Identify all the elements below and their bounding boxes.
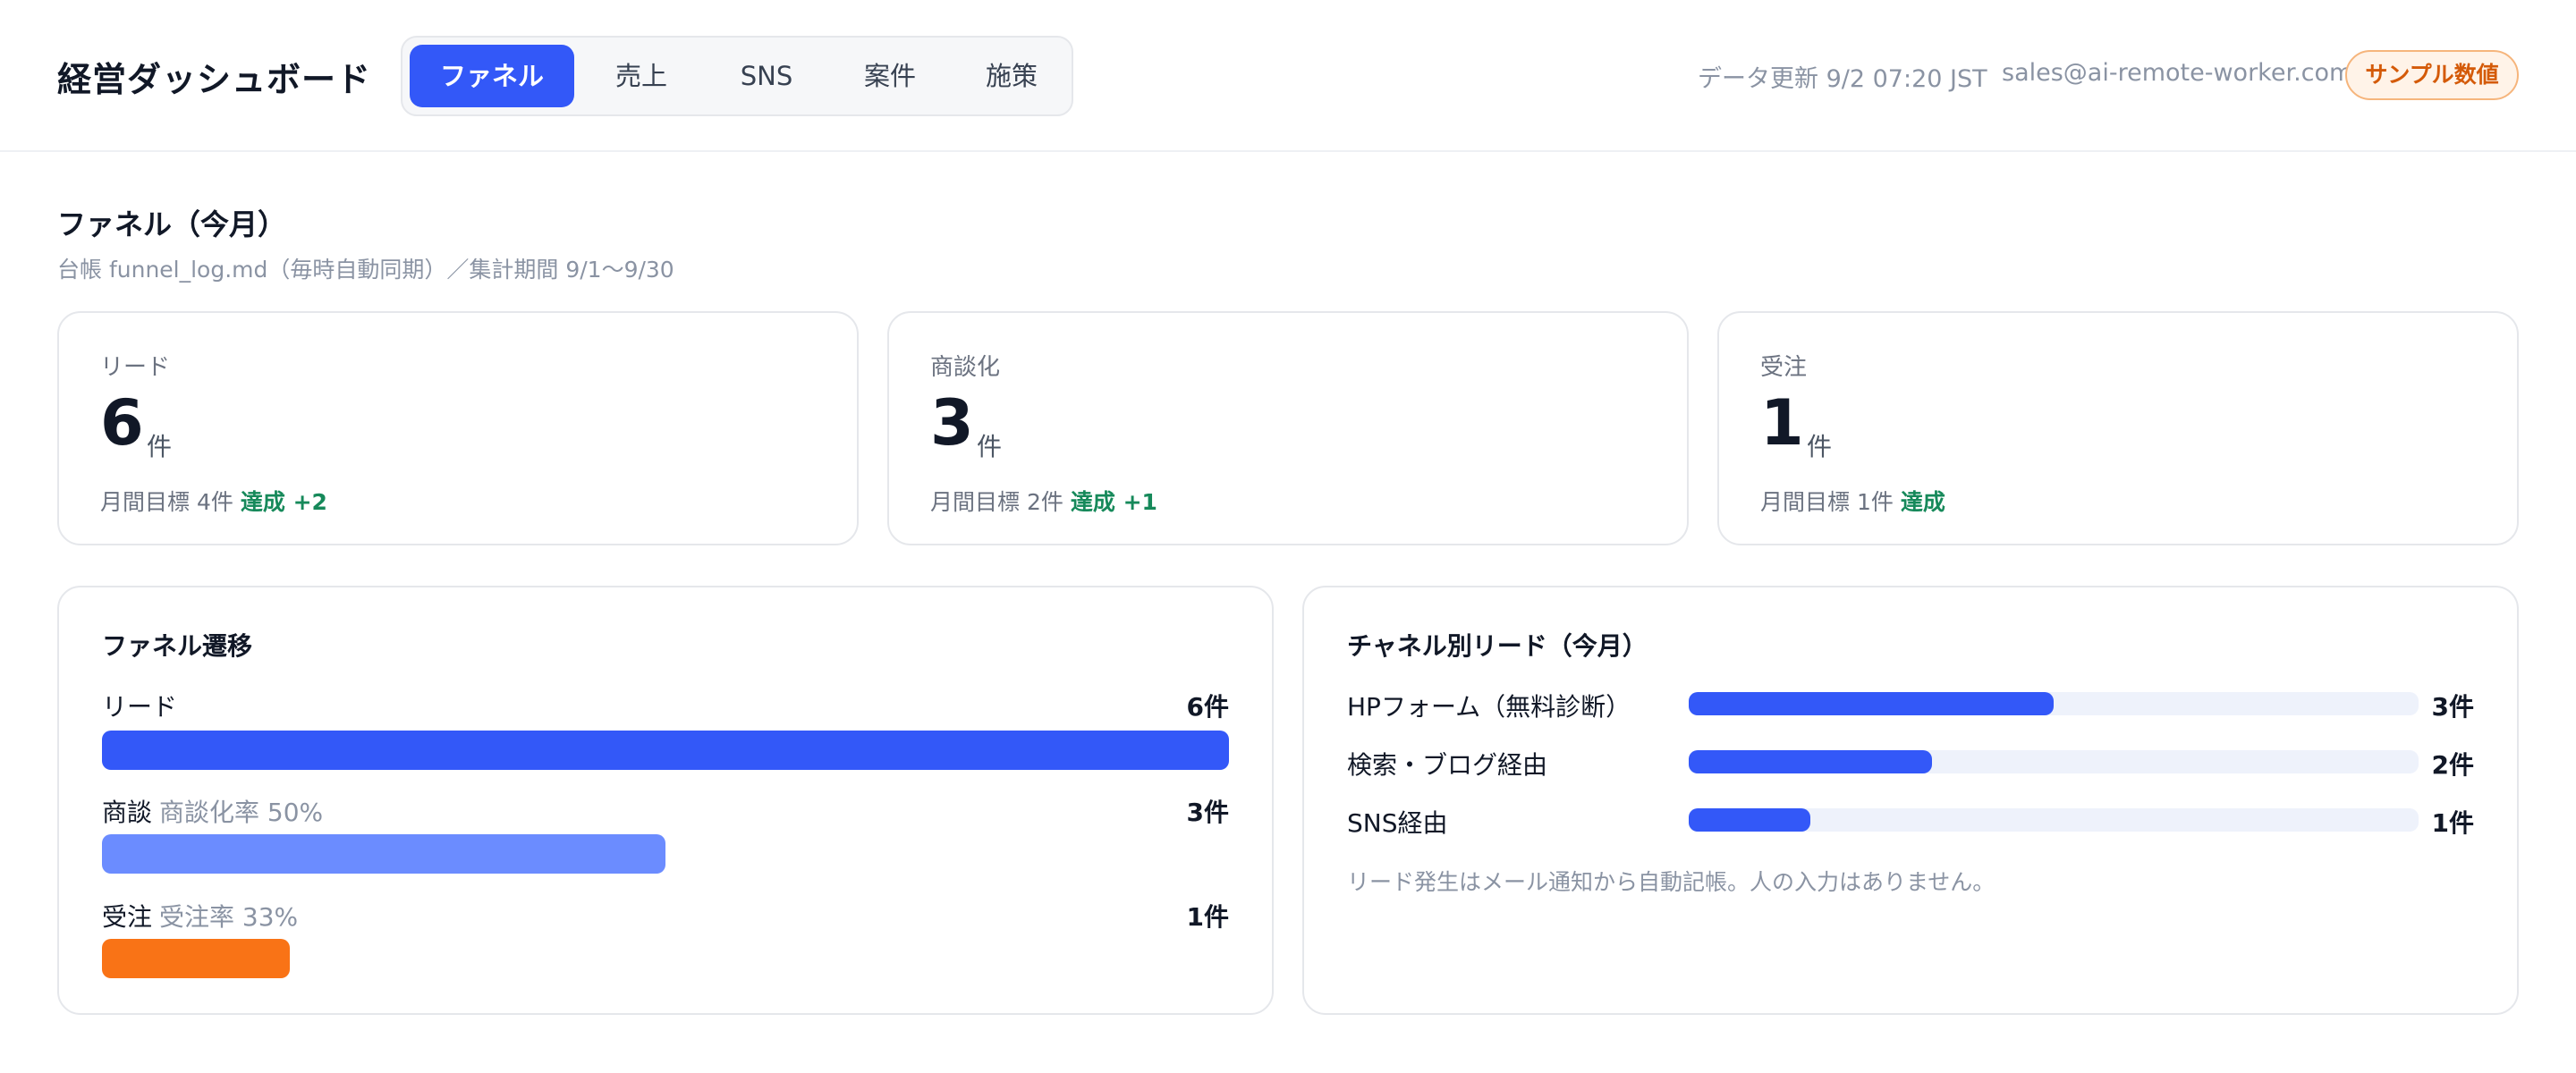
kpi-label: 受注 — [1760, 354, 1808, 381]
channel-bar-track — [1689, 750, 2419, 773]
channel-bar-hp-form — [1689, 692, 2054, 715]
funnel-stage-count: 1件 — [1186, 902, 1229, 932]
tab-sales[interactable]: 売上 — [583, 45, 699, 107]
funnel-bar-orders — [102, 939, 290, 978]
funnel-stage-rate: 商談化率 50% — [159, 798, 324, 827]
kpi-value: 6 — [100, 386, 144, 460]
kpi-card-leads: リード 6 件 月間目標 4件 達成 +2 — [57, 311, 859, 545]
funnel-row-label: 受注 受注率 33% — [102, 898, 298, 934]
funnel-stage-name: 商談 — [102, 798, 153, 827]
funnel-transition-panel: ファネル遷移 リード 6件 商談 商談化率 50% 3件 受注 受注率 33% 1件 — [57, 586, 1274, 1015]
channel-bar-sns — [1689, 808, 1810, 832]
kpi-value: 1 — [1760, 386, 1804, 460]
tab-sns[interactable]: SNS — [708, 45, 825, 107]
channel-count: 1件 — [2431, 808, 2474, 838]
tab-deals[interactable]: 案件 — [832, 45, 948, 107]
panel-title: ファネル遷移 — [102, 631, 253, 661]
kpi-target-text: 月間目標 4件 — [100, 489, 233, 515]
funnel-stage-name: リード — [102, 692, 178, 722]
kpi-label: リード — [100, 354, 171, 381]
kpi-target: 月間目標 2件 達成 +1 — [930, 485, 1157, 517]
kpi-target: 月間目標 4件 達成 +2 — [100, 485, 327, 517]
kpi-status: 達成 +1 — [1070, 489, 1157, 515]
kpi-unit: 件 — [977, 432, 1003, 461]
channel-label: SNS経由 — [1347, 808, 1448, 838]
kpi-target-text: 月間目標 2件 — [930, 489, 1063, 515]
app-title: 経営ダッシュボード — [57, 60, 372, 99]
kpi-label: 商談化 — [930, 354, 1001, 381]
funnel-stage-count: 3件 — [1186, 798, 1229, 827]
channel-count: 3件 — [2431, 692, 2474, 722]
channel-label: 検索・ブログ経由 — [1347, 750, 1548, 780]
funnel-stage-rate: 受注率 33% — [159, 902, 299, 932]
funnel-bar-meetings — [102, 834, 665, 874]
funnel-bar-leads — [102, 731, 1229, 770]
sample-values-badge: サンプル数値 — [2345, 50, 2519, 100]
channel-leads-panel: チャネル別リード（今月） HPフォーム（無料診断） 3件 検索・ブログ経由 2件… — [1302, 586, 2519, 1015]
tab-bar: ファネル 売上 SNS 案件 施策 — [401, 36, 1073, 116]
channel-bar-track — [1689, 808, 2419, 832]
panel-title: チャネル別リード（今月） — [1347, 631, 1648, 661]
channel-note: リード発生はメール通知から自動記帳。人の入力はありません。 — [1347, 869, 1996, 895]
data-updated-text: データ更新 9/2 07:20 JST — [1698, 65, 1987, 93]
channel-bar-track — [1689, 692, 2419, 715]
funnel-row-label: リード — [102, 688, 184, 723]
kpi-unit: 件 — [147, 432, 173, 461]
kpi-unit: 件 — [1807, 432, 1833, 461]
kpi-target: 月間目標 1件 達成 — [1760, 485, 1945, 517]
account-email: sales@ai-remote-worker.com — [2002, 59, 2353, 87]
top-header: 経営ダッシュボード ファネル 売上 SNS 案件 施策 データ更新 9/2 07… — [0, 0, 2576, 152]
kpi-status: 達成 +2 — [240, 489, 327, 515]
section-title: ファネル（今月） — [57, 207, 287, 241]
funnel-stage-count: 6件 — [1186, 692, 1229, 722]
tab-funnel[interactable]: ファネル — [410, 45, 574, 107]
kpi-status: 達成 — [1900, 489, 1945, 515]
section-subtitle: 台帳 funnel_log.md（毎時自動同期）／集計期間 9/1〜9/30 — [57, 257, 674, 283]
funnel-stage-name: 受注 — [102, 902, 153, 932]
channel-label: HPフォーム（無料診断） — [1347, 692, 1631, 722]
channel-count: 2件 — [2431, 750, 2474, 780]
kpi-value: 3 — [930, 386, 974, 460]
kpi-target-text: 月間目標 1件 — [1760, 489, 1894, 515]
funnel-row-label: 商談 商談化率 50% — [102, 793, 323, 829]
kpi-card-meetings: 商談化 3 件 月間目標 2件 達成 +1 — [887, 311, 1689, 545]
channel-bar-search-blog — [1689, 750, 1932, 773]
kpi-card-orders: 受注 1 件 月間目標 1件 達成 — [1717, 311, 2519, 545]
tab-measures[interactable]: 施策 — [953, 45, 1070, 107]
